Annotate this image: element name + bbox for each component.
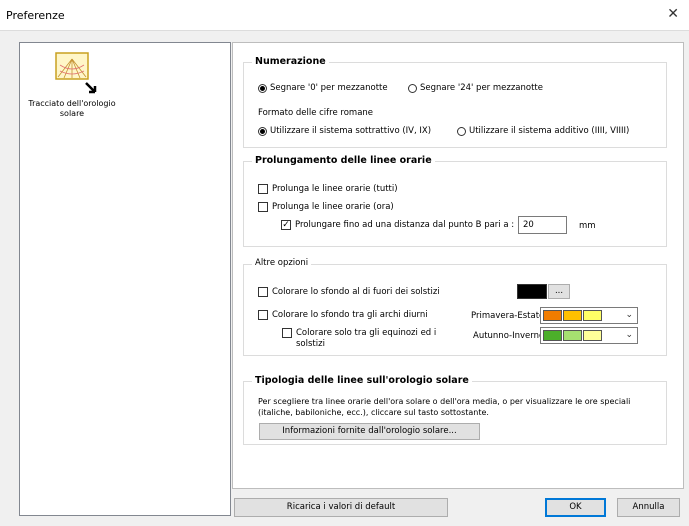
distance-input[interactable]: 20 [518,216,567,234]
check-solstizi-label: Colorare lo sfondo al di fuori dei solst… [272,287,440,297]
color-browse-button[interactable]: ... [548,284,570,299]
window-title: Preferenze [6,9,65,22]
radio-sottrattivo-indicator [258,126,267,136]
primavera-swatch-2 [563,310,582,321]
check-prolunga-tutti-box [258,184,268,194]
check-equinozi-label: Colorare solo tra gli equinozi ed i sols… [296,328,437,349]
radio-24-midnight[interactable]: Segnare '24' per mezzanotte [408,83,543,93]
numerazione-group: Numerazione Segnare '0' per mezzanotte S… [243,56,667,148]
check-solstizi-box [258,287,268,297]
autunno-swatch-3 [583,330,602,341]
info-orologio-button[interactable]: Informazioni fornite dall'orologio solar… [259,423,480,440]
check-prolunga-distanza-box: ✓ [281,219,291,230]
sidebar-item-label: Tracciato dell'orologio solare [28,99,116,118]
check-archi-diurni[interactable]: Colorare lo sfondo tra gli archi diurni [258,310,428,320]
numerazione-title: Numerazione [252,56,329,67]
solstizi-color-swatch[interactable] [517,284,547,299]
radio-additivo-label: Utilizzare il sistema additivo (IIII, VI… [469,126,630,136]
title-bar: Preferenze ✕ [0,0,689,31]
sundial-icon [55,52,97,94]
radio-sottrattivo-label: Utilizzare il sistema sottrattivo (IV, I… [270,126,432,136]
radio-additivo[interactable]: Utilizzare il sistema additivo (IIII, VI… [457,126,629,136]
altre-opzioni-title: Altre opzioni [252,258,312,268]
radio-sottrattivo[interactable]: Utilizzare il sistema sottrattivo (IV, I… [258,126,431,136]
check-equinozi-box [282,328,292,338]
radio-24-label: Segnare '24' per mezzanotte [420,83,543,93]
autunno-color-dropdown[interactable]: ⌄ [540,327,638,344]
check-solstizi[interactable]: Colorare lo sfondo al di fuori dei solst… [258,287,440,297]
tipologia-desc-line2: (italiche, babiloniche, ecc.), cliccare … [258,408,489,417]
chevron-down-icon: ⌄ [625,330,633,340]
radio-zero-midnight[interactable]: Segnare '0' per mezzanotte [258,83,388,93]
check-archi-diurni-label: Colorare lo sfondo tra gli archi diurni [272,310,428,320]
primavera-swatch-3 [583,310,602,321]
primavera-swatch-1 [543,310,562,321]
sidebar-list: Tracciato dell'orologio solare [19,42,231,516]
tipologia-desc-line1: Per scegliere tra linee orarie dell'ora … [258,397,631,406]
chevron-down-icon: ⌄ [625,310,633,320]
tipologia-title: Tipologia delle linee sull'orologio sola… [252,375,472,386]
autunno-label: Autunno-Inverno : [473,331,550,341]
primavera-color-dropdown[interactable]: ⌄ [540,307,638,324]
preferences-panel: Numerazione Segnare '0' per mezzanotte S… [232,42,684,489]
autunno-swatch-1 [543,330,562,341]
check-prolunga-ora-label: Prolunga le linee orarie (ora) [272,202,394,212]
ok-button[interactable]: OK [545,498,606,517]
tipologia-group: Tipologia delle linee sull'orologio sola… [243,375,667,445]
autunno-swatch-2 [563,330,582,341]
check-prolunga-tutti[interactable]: Prolunga le linee orarie (tutti) [258,184,398,194]
close-icon[interactable]: ✕ [667,6,679,22]
prolungamento-title: Prolungamento delle linee orarie [252,155,435,166]
reset-defaults-button[interactable]: Ricarica i valori di default [234,498,448,517]
radio-additivo-indicator [457,126,466,136]
check-prolunga-distanza-label: Prolungare fino ad una distanza dal punt… [295,220,515,230]
check-prolunga-distanza[interactable]: ✓ Prolungare fino ad una distanza dal pu… [281,220,514,230]
roman-format-label: Formato delle cifre romane [258,108,374,118]
cancel-button[interactable]: Annulla [617,498,680,517]
check-prolunga-ora-box [258,202,268,212]
altre-opzioni-group: Altre opzioni Colorare lo sfondo al di f… [243,258,667,356]
check-prolunga-tutti-label: Prolunga le linee orarie (tutti) [272,184,398,194]
prolungamento-group: Prolungamento delle linee orarie Prolung… [243,155,667,247]
check-archi-diurni-box [258,310,268,320]
radio-24-indicator [408,83,417,93]
check-prolunga-ora[interactable]: Prolunga le linee orarie (ora) [258,202,394,212]
sidebar-item-tracciato[interactable]: Tracciato dell'orologio solare [22,51,122,119]
check-equinozi[interactable]: Colorare solo tra gli equinozi ed i sols… [282,328,446,350]
radio-zero-indicator [258,83,267,93]
distance-unit: mm [579,221,596,231]
primavera-label: Primavera-Estate : [471,311,550,321]
radio-zero-label: Segnare '0' per mezzanotte [270,83,388,93]
